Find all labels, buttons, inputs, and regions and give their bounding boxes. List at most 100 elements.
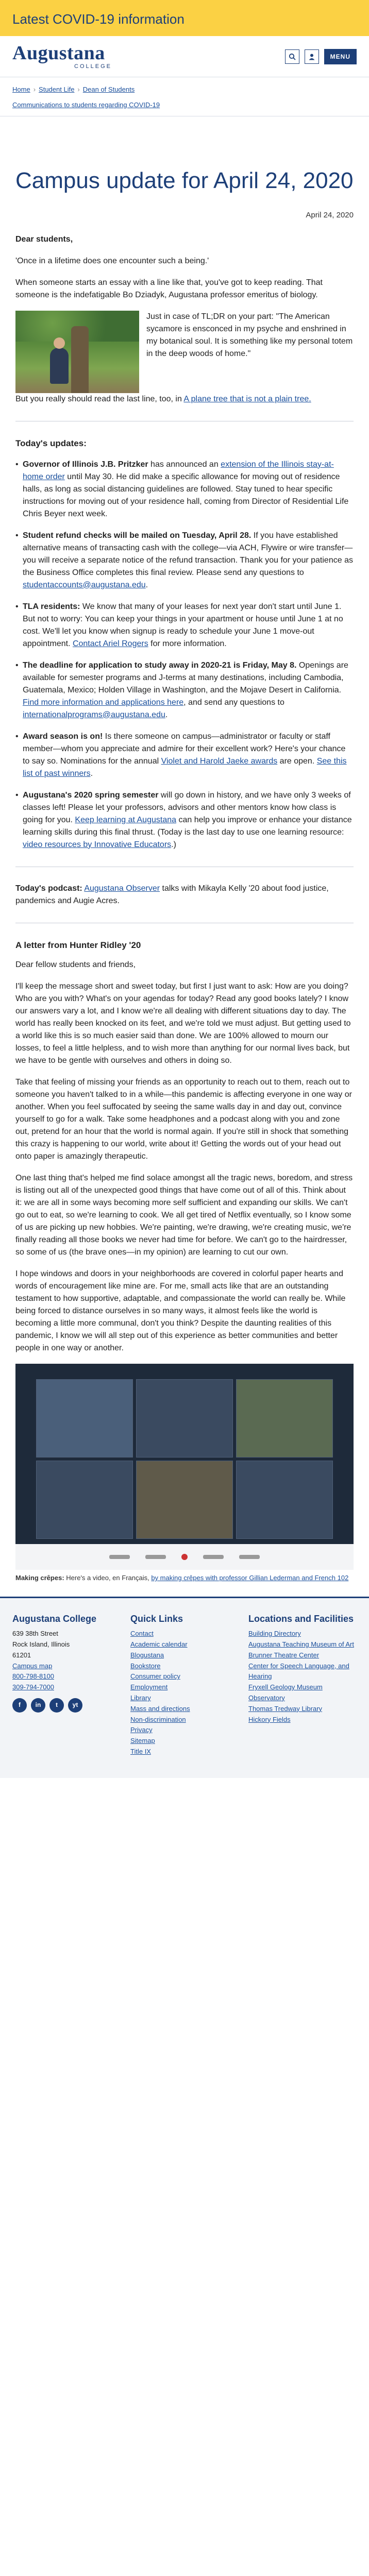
phone-link[interactable]: 800-798-8100 <box>12 1671 121 1682</box>
update-link[interactable]: Find more information and applications h… <box>23 698 183 707</box>
footer-link[interactable]: Privacy <box>130 1725 239 1736</box>
footer-heading: Quick Links <box>130 1613 183 1624</box>
footer-link[interactable]: Consumer policy <box>130 1671 239 1682</box>
footer-col-locations: Locations and Facilities Building Direct… <box>248 1614 357 1757</box>
zoom-toolbar-item <box>239 1555 260 1560</box>
footer-link[interactable]: Contact <box>130 1629 239 1639</box>
footer-col-quick-links: Quick Links Contact Academic calendar Bl… <box>130 1614 239 1757</box>
list-item: The deadline for application to study aw… <box>15 659 354 721</box>
letter-paragraph: Take that feeling of missing your friend… <box>15 1078 352 1161</box>
twitter-icon[interactable]: t <box>49 1698 64 1713</box>
logo-name: Augustana <box>12 42 105 64</box>
record-icon <box>181 1554 188 1561</box>
site-footer: Augustana College 639 38th Street Rock I… <box>0 1596 369 1778</box>
footer-link[interactable]: Observatory <box>248 1693 357 1704</box>
footer-link[interactable]: Non-discrimination <box>130 1715 239 1725</box>
zoom-tile <box>136 1379 233 1458</box>
footer-link[interactable]: Hickory Fields <box>248 1715 357 1725</box>
article-content: Campus update for April 24, 2020 April 2… <box>0 168 369 1583</box>
footer-link[interactable]: Sitemap <box>130 1736 239 1747</box>
footer-link[interactable]: Brunner Theatre Center <box>248 1650 357 1661</box>
zoom-toolbar-item <box>109 1555 130 1560</box>
breadcrumb-dean-of-students[interactable]: Dean of Students <box>83 84 135 95</box>
logo-sub: COLLEGE <box>74 63 112 70</box>
list-item: Governor of Illinois J.B. Pritzker has a… <box>15 459 354 520</box>
subnav-covid-communications[interactable]: Communications to students regarding COV… <box>12 101 160 109</box>
footer-link[interactable]: Building Directory <box>248 1629 357 1639</box>
footer-link[interactable]: Bookstore <box>130 1661 239 1672</box>
update-bold: The deadline for application to study aw… <box>23 660 297 670</box>
sycamore-section: Just in case of TL;DR on your part: "The… <box>15 311 354 394</box>
text: Here's a video, en Français, <box>64 1574 152 1582</box>
footer-link[interactable]: Title IX <box>130 1747 239 1757</box>
campus-map-link[interactable]: Campus map <box>12 1661 121 1672</box>
search-icon[interactable] <box>284 49 299 64</box>
list-item: Award season is on! Is there someone on … <box>15 731 354 780</box>
podcast-link[interactable]: Augustana Observer <box>84 884 160 893</box>
zoom-toolbar-item <box>145 1555 166 1560</box>
linkedin-icon[interactable]: in <box>31 1698 45 1713</box>
letter-paragraph: I hope windows and doors in your neighbo… <box>15 1269 346 1353</box>
facebook-icon[interactable]: f <box>12 1698 27 1713</box>
user-icon[interactable] <box>304 49 319 64</box>
footer-link[interactable]: Thomas Tredway Library <box>248 1704 357 1715</box>
update-link[interactable]: Violet and Harold Jaeke awards <box>161 757 278 766</box>
text: are open. <box>277 756 317 766</box>
update-link[interactable]: Contact Ariel Rogers <box>73 639 148 648</box>
update-bold: Governor of Illinois J.B. Pritzker <box>23 460 148 469</box>
podcast-note: Today's podcast: Augustana Observer talk… <box>15 883 354 907</box>
youtube-icon[interactable]: yt <box>68 1698 82 1713</box>
updates-title: Today's updates: <box>15 438 87 449</box>
subnav: Communications to students regarding COV… <box>0 98 369 116</box>
zoom-tile <box>136 1461 233 1539</box>
article-date: April 24, 2020 <box>306 210 354 219</box>
menu-button[interactable]: MENU <box>324 48 357 64</box>
footer-link[interactable]: Fryxell Geology Museum <box>248 1682 357 1693</box>
footer-heading: Locations and Facilities <box>248 1613 354 1624</box>
site-header: Augustana COLLEGE MENU <box>0 36 369 77</box>
update-link[interactable]: internationalprograms@augustana.edu <box>23 710 165 719</box>
list-item: TLA residents: We know that many of your… <box>15 601 354 650</box>
footer-link[interactable]: Academic calendar <box>130 1639 239 1650</box>
footer-link[interactable]: Employment <box>130 1682 239 1693</box>
update-link[interactable]: video resources by Innovative Educators <box>23 840 171 849</box>
letter-paragraph: Dear fellow students and friends, <box>15 960 136 970</box>
zoom-tile <box>236 1379 333 1458</box>
augustana-logo[interactable]: Augustana COLLEGE <box>12 43 112 70</box>
footer-link[interactable]: Augustana Teaching Museum of Art <box>248 1639 357 1650</box>
update-bold: Augustana's 2020 spring semester <box>23 790 159 800</box>
breadcrumb: Home › Student Life › Dean of Students <box>0 77 369 98</box>
update-bold: Award season is on! <box>23 732 103 741</box>
update-link[interactable]: Keep learning at Augustana <box>75 816 176 824</box>
text: . <box>145 580 148 589</box>
address-line: 639 38th Street <box>12 1630 58 1638</box>
page-title: Campus update for April 24, 2020 <box>15 168 354 193</box>
zoom-tile <box>36 1379 133 1458</box>
paragraph: When someone starts an essay with a line… <box>15 278 323 300</box>
update-link[interactable]: studentaccounts@augustana.edu <box>23 581 146 589</box>
zoom-call-photo[interactable] <box>15 1364 354 1570</box>
text: . <box>90 769 93 778</box>
podcast-bold: Today's podcast: <box>15 884 82 893</box>
breadcrumb-student-life[interactable]: Student Life <box>39 84 74 95</box>
footer-link[interactable]: Mass and directions <box>130 1704 239 1715</box>
covid-alert-bar[interactable]: Latest COVID-19 information <box>0 0 369 36</box>
paragraph: 'Once in a lifetime does one encounter s… <box>15 257 209 266</box>
social-icons: f in t yt <box>12 1698 121 1713</box>
phone-link[interactable]: 309-794-7000 <box>12 1682 121 1693</box>
paragraph: Just in case of TL;DR on your part: "The… <box>146 312 353 359</box>
footer-col-address: Augustana College 639 38th Street Rock I… <box>12 1614 121 1757</box>
updates-list: Governor of Illinois J.B. Pritzker has a… <box>15 459 354 851</box>
update-bold: TLA residents: <box>23 602 80 611</box>
update-bold: Student refund checks will be mailed on … <box>23 531 251 540</box>
footer-link[interactable]: Library <box>130 1693 239 1704</box>
alert-title[interactable]: Latest COVID-19 information <box>12 9 357 29</box>
footer-link[interactable]: Center for Speech Language, and Hearing <box>248 1661 357 1683</box>
plane-tree-link[interactable]: A plane tree that is not a plain tree. <box>183 395 311 403</box>
list-item: Augustana's 2020 spring semester will go… <box>15 789 354 851</box>
breadcrumb-home[interactable]: Home <box>12 84 30 95</box>
footer-link[interactable]: Blogustana <box>130 1650 239 1661</box>
letter-title: A letter from Hunter Ridley '20 <box>15 940 141 950</box>
zoom-tile <box>236 1461 333 1539</box>
crepes-video-link[interactable]: by making crêpes with professor Gillian … <box>151 1574 348 1582</box>
